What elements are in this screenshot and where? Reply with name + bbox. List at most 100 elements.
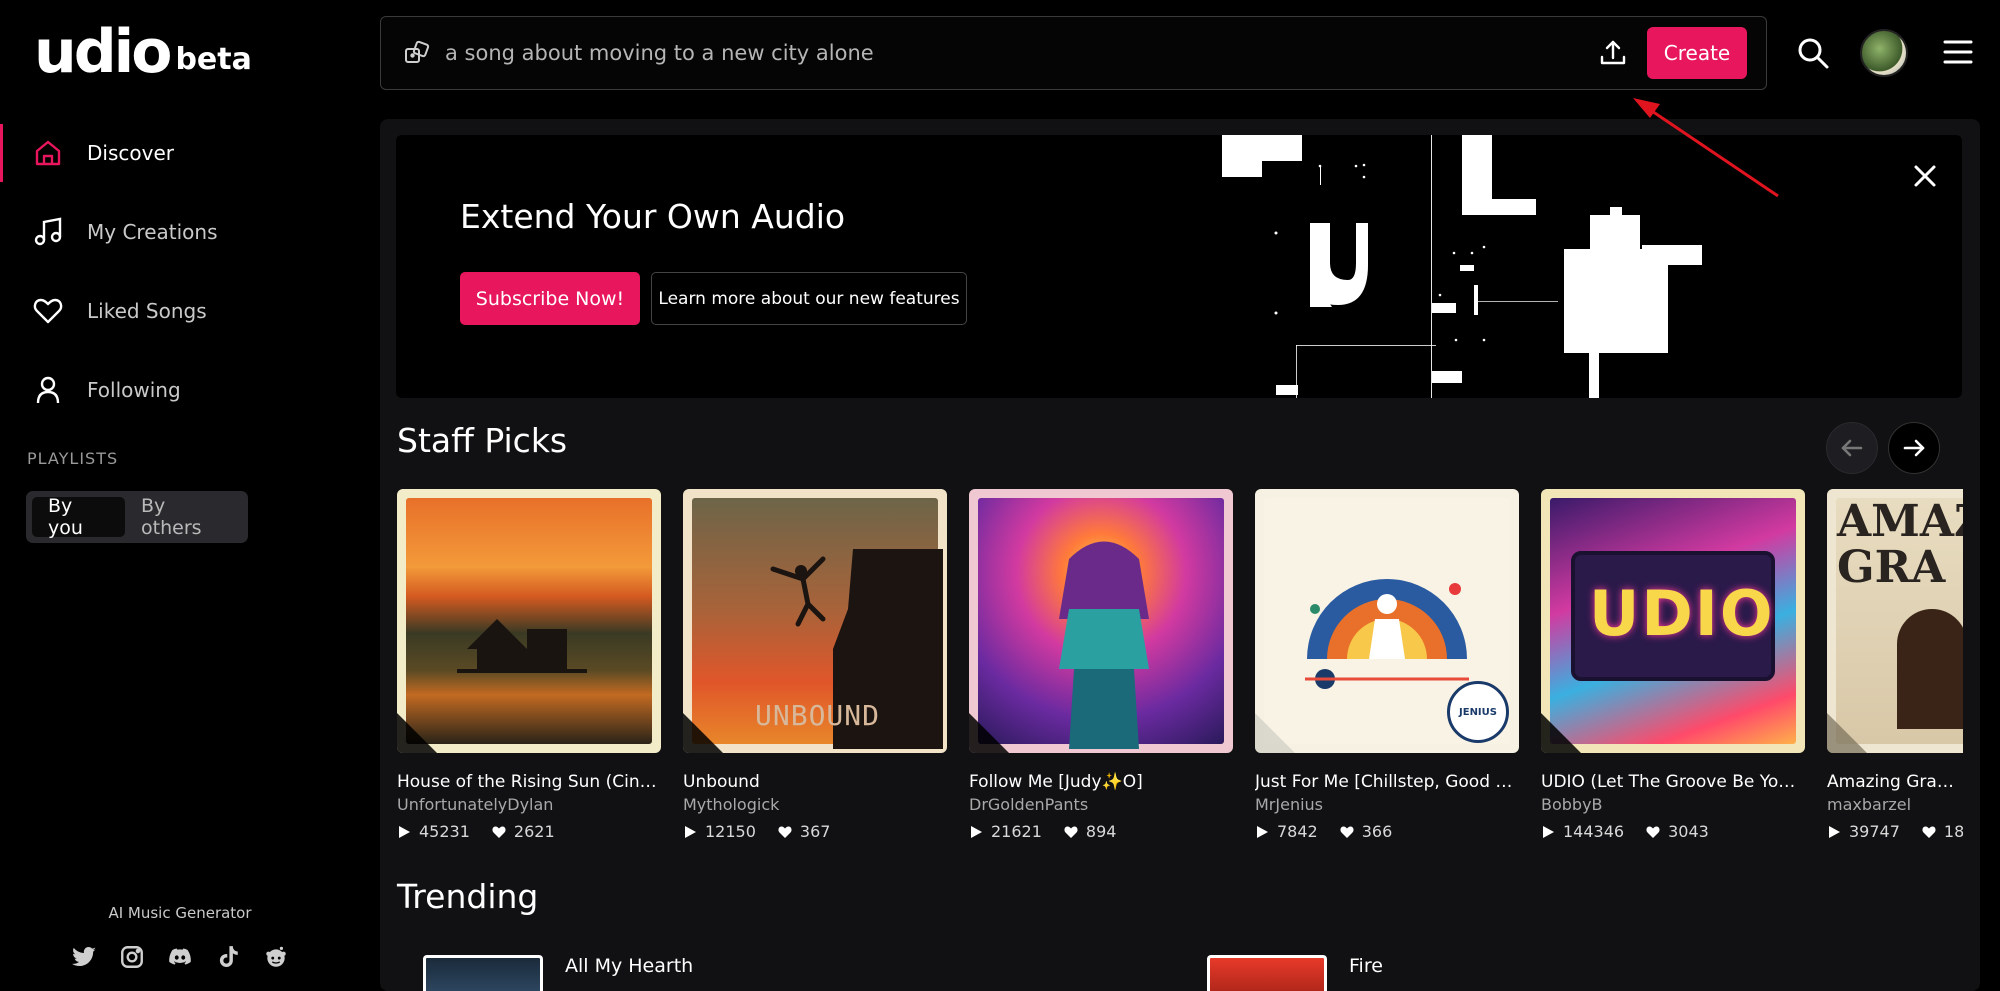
twitter-icon[interactable] bbox=[70, 943, 98, 971]
trending-title[interactable]: Fire bbox=[1349, 955, 1383, 991]
random-prompt-dice-icon[interactable] bbox=[403, 39, 431, 67]
like-count: 2621 bbox=[513, 822, 555, 841]
banner-pixel-art bbox=[1222, 135, 1702, 398]
like-count-icon bbox=[492, 826, 506, 838]
sidebar-nav: Discover My Creations Liked Songs Follow… bbox=[0, 124, 372, 440]
song-cover[interactable]: AMAZ GRA bbox=[1827, 489, 1963, 753]
sidebar-item-my-creations[interactable]: My Creations bbox=[0, 203, 372, 261]
song-card[interactable]: House of the Rising Sun (Cinem... Unfort… bbox=[397, 489, 661, 841]
carousel-prev-button[interactable] bbox=[1826, 422, 1878, 474]
udio-logo[interactable]: udio beta bbox=[34, 22, 252, 82]
tiktok-icon[interactable] bbox=[214, 943, 242, 971]
song-stats: 39747 1828 bbox=[1827, 822, 1963, 841]
trending-title[interactable]: All My Hearth bbox=[565, 955, 693, 991]
song-cover[interactable]: UNBOUND bbox=[683, 489, 947, 753]
song-card[interactable]: UNBOUND Unbound Mythologick 12150 367 bbox=[683, 489, 947, 841]
song-cover[interactable] bbox=[397, 489, 661, 753]
carousel-next-button[interactable] bbox=[1888, 422, 1940, 474]
learn-more-button[interactable]: Learn more about our new features bbox=[651, 272, 967, 325]
arrow-left-icon bbox=[1841, 439, 1863, 457]
like-count-icon bbox=[1064, 826, 1078, 838]
cover-text: UNBOUND bbox=[755, 699, 881, 732]
song-artist[interactable]: maxbarzel bbox=[1827, 795, 1963, 814]
song-title[interactable]: UDIO (Let The Groove Be Your ... bbox=[1541, 772, 1805, 792]
song-artist[interactable]: DrGoldenPants bbox=[969, 795, 1233, 814]
playlist-owner-toggle: By you By others bbox=[26, 491, 248, 543]
song-title[interactable]: Amazing Grace [F bbox=[1827, 772, 1963, 792]
playlists-heading: PLAYLISTS bbox=[27, 449, 119, 468]
song-stats: 12150 367 bbox=[683, 822, 947, 841]
user-icon bbox=[36, 376, 60, 404]
song-title[interactable]: Unbound bbox=[683, 772, 947, 792]
sidebar-item-liked-songs[interactable]: Liked Songs bbox=[0, 282, 372, 340]
like-count-icon bbox=[778, 826, 792, 838]
play-count-icon bbox=[1543, 825, 1554, 838]
instagram-icon[interactable] bbox=[118, 943, 146, 971]
song-cover[interactable]: UDIO bbox=[1541, 489, 1805, 753]
song-artist[interactable]: UnfortunatelyDylan bbox=[397, 795, 661, 814]
play-count: 7842 bbox=[1277, 822, 1318, 841]
toggle-by-you[interactable]: By you bbox=[32, 495, 126, 539]
song-title[interactable]: Just For Me [Chillstep, Good Vib... bbox=[1255, 772, 1519, 792]
hamburger-menu-icon[interactable] bbox=[1942, 38, 1974, 66]
like-count: 3043 bbox=[1668, 822, 1709, 841]
subscribe-button[interactable]: Subscribe Now! bbox=[460, 272, 640, 325]
song-card[interactable]: Follow Me [Judy✨O] DrGoldenPants 21621 8… bbox=[969, 489, 1233, 841]
upload-audio-icon[interactable] bbox=[1597, 37, 1629, 69]
sidebar-item-discover[interactable]: Discover bbox=[0, 124, 372, 182]
song-artist[interactable]: BobbyB bbox=[1541, 795, 1805, 814]
arrow-right-icon bbox=[1903, 439, 1925, 457]
trending-heading: Trending bbox=[397, 877, 539, 916]
sidebar-item-label: Liked Songs bbox=[87, 299, 207, 323]
play-count: 12150 bbox=[705, 822, 756, 841]
cover-corner bbox=[1255, 713, 1295, 753]
play-count-icon bbox=[685, 825, 696, 838]
discord-icon[interactable] bbox=[166, 943, 194, 971]
avatar[interactable] bbox=[1860, 29, 1908, 77]
climber-silhouette-art bbox=[770, 556, 826, 627]
trending-item[interactable]: Fire bbox=[1207, 955, 1383, 991]
toggle-by-others[interactable]: By others bbox=[125, 495, 242, 539]
play-count: 39747 bbox=[1849, 822, 1900, 841]
song-card[interactable]: JENIUS Just For Me [Chillstep, Good Vib.… bbox=[1255, 489, 1519, 841]
sidebar: udio beta Discover My Creations Liked So… bbox=[0, 0, 372, 991]
cover-text: UDIO bbox=[1589, 577, 1775, 650]
search-icon[interactable] bbox=[1796, 36, 1830, 70]
song-title[interactable]: Follow Me [Judy✨O] bbox=[969, 772, 1233, 792]
reddit-icon[interactable] bbox=[262, 943, 290, 971]
close-banner-icon[interactable] bbox=[1910, 161, 1940, 191]
create-button[interactable]: Create bbox=[1647, 27, 1747, 79]
trending-item[interactable]: All My Hearth bbox=[423, 955, 693, 991]
song-card[interactable]: UDIO UDIO (Let The Groove Be Your ... Bo… bbox=[1541, 489, 1805, 841]
cover-text: JENIUS bbox=[1459, 706, 1497, 718]
cover-corner bbox=[1827, 713, 1867, 753]
song-card[interactable]: AMAZ GRA Amazing Grace [F maxbarzel 3974… bbox=[1827, 489, 1963, 841]
trending-thumbnail[interactable] bbox=[1207, 955, 1327, 991]
sidebar-item-label: My Creations bbox=[87, 220, 218, 244]
staff-picks-carousel: House of the Rising Sun (Cinem... Unfort… bbox=[397, 489, 1963, 869]
song-cover[interactable] bbox=[969, 489, 1233, 753]
song-cover[interactable]: JENIUS bbox=[1255, 489, 1519, 753]
song-title[interactable]: House of the Rising Sun (Cinem... bbox=[397, 772, 661, 792]
like-count: 366 bbox=[1361, 822, 1393, 841]
song-prompt-input[interactable] bbox=[445, 33, 1515, 73]
sidebar-item-label: Following bbox=[87, 378, 181, 402]
like-count: 367 bbox=[799, 822, 831, 841]
banner-title: Extend Your Own Audio bbox=[460, 197, 846, 236]
like-count-icon bbox=[1922, 826, 1936, 838]
music-note-icon bbox=[34, 217, 62, 246]
footer-tagline: AI Music Generator bbox=[108, 904, 252, 922]
sidebar-item-label: Discover bbox=[87, 141, 174, 165]
home-icon bbox=[35, 140, 61, 166]
play-count: 45231 bbox=[419, 822, 470, 841]
trending-thumbnail[interactable] bbox=[423, 955, 543, 991]
heart-icon bbox=[33, 298, 63, 324]
play-count-icon bbox=[1829, 825, 1840, 838]
song-artist[interactable]: MrJenius bbox=[1255, 795, 1519, 814]
like-count: 894 bbox=[1085, 822, 1117, 841]
play-count-icon bbox=[971, 825, 982, 838]
cover-corner bbox=[397, 713, 437, 753]
sidebar-item-following[interactable]: Following bbox=[0, 361, 372, 419]
staff-picks-heading: Staff Picks bbox=[397, 421, 568, 460]
song-artist[interactable]: Mythologick bbox=[683, 795, 947, 814]
